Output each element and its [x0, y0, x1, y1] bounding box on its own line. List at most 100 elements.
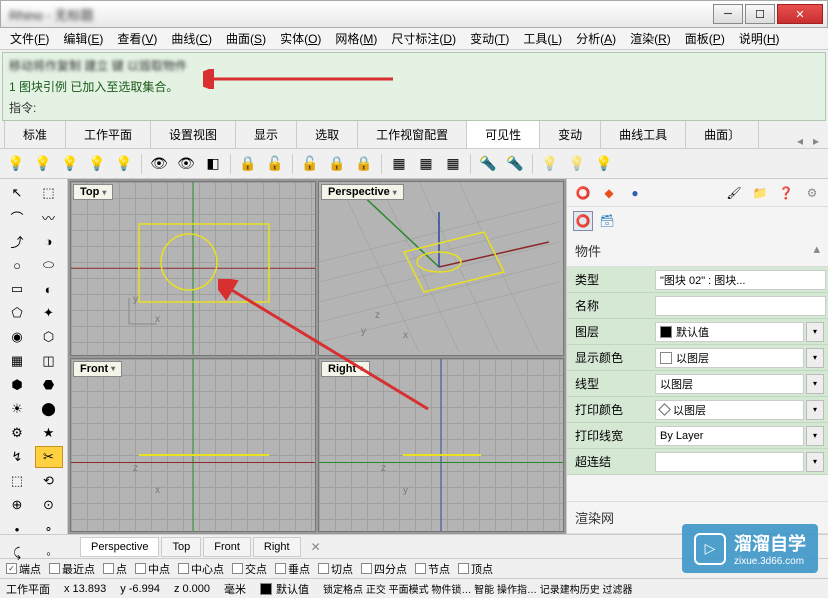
tool-21-icon[interactable]: ★ — [35, 422, 63, 444]
snap-1[interactable]: 最近点 — [49, 561, 95, 577]
menu-f[interactable]: 文件(F) — [4, 28, 55, 49]
tool-0-icon[interactable]: ↖ — [3, 182, 31, 204]
viewport-right[interactable]: Right▾ z y — [318, 358, 564, 533]
snap-4[interactable]: 中心点 — [178, 561, 224, 577]
menu-h[interactable]: 说明(H) — [733, 28, 786, 49]
prop-value[interactable] — [655, 452, 804, 472]
snap-2[interactable]: 点 — [103, 561, 127, 577]
tool-14-icon[interactable]: ▦ — [3, 350, 31, 372]
prop-dropdown[interactable]: ▾ — [806, 374, 824, 394]
tool-20-icon[interactable]: ⚙ — [3, 422, 31, 444]
snap-0[interactable]: ✓端点 — [6, 561, 41, 577]
tab-4[interactable]: 选取 — [296, 120, 358, 148]
tool-19-icon[interactable]: ⬤ — [35, 398, 63, 420]
close-button[interactable]: ✕ — [777, 4, 823, 24]
tool-15-icon[interactable]: ◫ — [35, 350, 63, 372]
bulb-off-icon[interactable]: 💡 — [4, 152, 28, 176]
menu-t[interactable]: 变动(T) — [464, 28, 515, 49]
grid-2-icon[interactable]: ▦ — [414, 152, 438, 176]
tool-27-icon[interactable]: ⊙ — [35, 494, 63, 516]
folder-icon[interactable]: 📁 — [750, 183, 770, 203]
tool-4-icon[interactable]: ⤴ — [3, 230, 31, 252]
prop-dropdown[interactable]: ▾ — [806, 426, 824, 446]
prop-value[interactable]: 以图层 — [655, 348, 804, 368]
tool-24-icon[interactable]: ⬚ — [3, 470, 31, 492]
tab-9[interactable]: 曲面〕 — [685, 120, 759, 148]
grid-3-icon[interactable]: ▦ — [441, 152, 465, 176]
tool-25-icon[interactable]: ⟲ — [35, 470, 63, 492]
status-plane[interactable]: 工作平面 — [6, 581, 50, 597]
lock-obj-icon[interactable]: 🔒 — [325, 152, 349, 176]
unlock-icon[interactable]: 🔓 — [263, 152, 287, 176]
tool-12-icon[interactable]: ◉ — [3, 326, 31, 348]
tool-26-icon[interactable]: ⊕ — [3, 494, 31, 516]
prop-dropdown[interactable]: ▾ — [806, 400, 824, 420]
tab-0[interactable]: 标准 — [4, 120, 66, 148]
object-props-icon[interactable]: ⭕ — [573, 211, 593, 231]
prop-value[interactable]: 以图层 — [655, 374, 804, 394]
tool-2-icon[interactable]: ⌒ — [3, 206, 31, 228]
tab-6[interactable]: 可见性 — [466, 120, 540, 148]
menu-v[interactable]: 查看(V) — [111, 28, 163, 49]
prop-dropdown[interactable]: ▾ — [806, 452, 824, 472]
tool-29-icon[interactable]: ∘ — [35, 518, 63, 540]
bulb-icon[interactable]: 💡 — [58, 152, 82, 176]
menu-a[interactable]: 分析(A) — [570, 28, 622, 49]
bulb-on-icon[interactable]: 💡 — [31, 152, 55, 176]
viewport-front[interactable]: Front▾ z x — [70, 358, 316, 533]
prop-dropdown[interactable]: ▾ — [806, 322, 824, 342]
tab-3[interactable]: 显示 — [235, 120, 297, 148]
snap-10[interactable]: 顶点 — [458, 561, 493, 577]
menu-s[interactable]: 曲面(S) — [220, 28, 272, 49]
viewtab-top[interactable]: Top — [161, 537, 201, 557]
tool-7-icon[interactable]: ⬭ — [35, 254, 63, 276]
tool-23-icon[interactable]: ✂ — [35, 446, 63, 468]
tool-3-icon[interactable]: 〰 — [35, 206, 63, 228]
viewport-top[interactable]: Top▾ y x — [70, 181, 316, 356]
material-icon[interactable]: 🗃 — [597, 211, 617, 231]
hide-icon[interactable]: 👁 — [147, 152, 171, 176]
tool-11-icon[interactable]: ✦ — [35, 302, 63, 324]
show-icon[interactable]: 👁 — [174, 152, 198, 176]
bulb-icon-2[interactable]: 💡 — [85, 152, 109, 176]
snap-8[interactable]: 四分点 — [361, 561, 407, 577]
viewport-right-label[interactable]: Right▾ — [321, 361, 370, 377]
viewport-top-label[interactable]: Top▾ — [73, 184, 113, 200]
layers-tab-icon[interactable]: ◆ — [599, 183, 619, 203]
menu-p[interactable]: 面板(P) — [679, 28, 731, 49]
viewtab-add[interactable]: ✕ — [303, 537, 329, 557]
bulb-dim-icon[interactable]: 💡 — [538, 152, 562, 176]
tab-7[interactable]: 变动 — [539, 120, 601, 148]
tab-scroll-left[interactable]: ◂ — [792, 134, 808, 148]
light-disable-icon[interactable]: 🔦 — [503, 152, 527, 176]
tab-1[interactable]: 工作平面 — [65, 120, 151, 148]
settings-icon[interactable]: ⚙ — [802, 183, 822, 203]
viewtab-perspective[interactable]: Perspective — [80, 537, 159, 557]
menu-d[interactable]: 尺寸标注(D) — [385, 28, 462, 49]
prop-dropdown[interactable]: ▾ — [806, 348, 824, 368]
snap-6[interactable]: 垂点 — [275, 561, 310, 577]
tab-5[interactable]: 工作视窗配置 — [357, 120, 467, 148]
prop-value[interactable] — [655, 296, 826, 316]
viewtab-right[interactable]: Right — [253, 537, 301, 557]
menu-r[interactable]: 渲染(R) — [624, 28, 677, 49]
snap-3[interactable]: 中点 — [135, 561, 170, 577]
viewport-perspective-label[interactable]: Perspective▾ — [321, 184, 404, 200]
command-prompt[interactable]: 指令: — [9, 97, 819, 118]
tool-18-icon[interactable]: ☀ — [3, 398, 31, 420]
brush-icon[interactable]: 🖌 — [724, 183, 744, 203]
status-layer[interactable]: 默认值 — [260, 581, 309, 597]
tool-5-icon[interactable]: ◑ — [35, 230, 63, 252]
bulb-dim-2-icon[interactable]: 💡 — [565, 152, 589, 176]
tool-10-icon[interactable]: ⬠ — [3, 302, 31, 324]
minimize-button[interactable]: ─ — [713, 4, 743, 24]
snap-5[interactable]: 交点 — [232, 561, 267, 577]
viewport-perspective[interactable]: Perspective▾ z x y — [318, 181, 564, 356]
tool-9-icon[interactable]: ◐ — [35, 278, 63, 300]
tool-17-icon[interactable]: ⬣ — [35, 374, 63, 396]
menu-l[interactable]: 工具(L) — [517, 28, 568, 49]
grid-1-icon[interactable]: ▦ — [387, 152, 411, 176]
bulb-icon-3[interactable]: 💡 — [112, 152, 136, 176]
light-off-icon[interactable]: 🔦 — [476, 152, 500, 176]
menu-e[interactable]: 编辑(E) — [57, 28, 109, 49]
